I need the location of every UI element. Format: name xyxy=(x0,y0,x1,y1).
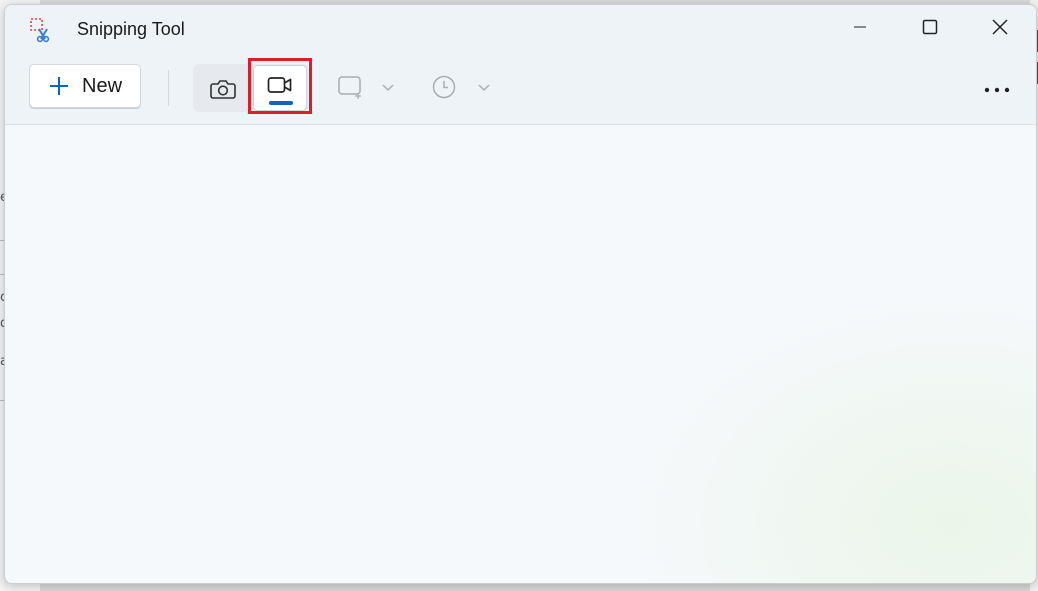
maximize-icon xyxy=(922,19,938,35)
maximize-button[interactable] xyxy=(896,5,964,49)
new-button[interactable]: New xyxy=(29,64,141,108)
snipping-tool-icon xyxy=(29,17,53,43)
close-icon xyxy=(992,19,1008,35)
close-button[interactable] xyxy=(966,5,1034,49)
toolbar-divider xyxy=(168,70,169,106)
clock-icon xyxy=(432,75,456,99)
new-button-label: New xyxy=(82,74,123,97)
snipping-tool-window: Snipping Tool New xyxy=(4,4,1037,584)
title-and-toolbar: Snipping Tool New xyxy=(5,5,1036,125)
more-options-button[interactable] xyxy=(975,75,1019,105)
window-title: Snipping Tool xyxy=(77,19,185,39)
rectangle-snip-icon xyxy=(338,76,361,99)
plus-icon xyxy=(50,77,68,95)
chevron-down-icon xyxy=(478,84,490,92)
minimize-icon xyxy=(854,26,866,28)
camera-icon xyxy=(210,80,236,99)
snipping-area-dropdown[interactable] xyxy=(331,69,397,105)
annotation-highlight-box xyxy=(248,58,312,114)
minimize-button[interactable] xyxy=(826,5,894,49)
capture-canvas-area xyxy=(5,125,1036,583)
ellipsis-icon xyxy=(984,87,1010,93)
delay-dropdown[interactable] xyxy=(427,69,493,105)
snip-mode-button[interactable] xyxy=(198,67,248,111)
chevron-down-icon xyxy=(382,84,394,92)
